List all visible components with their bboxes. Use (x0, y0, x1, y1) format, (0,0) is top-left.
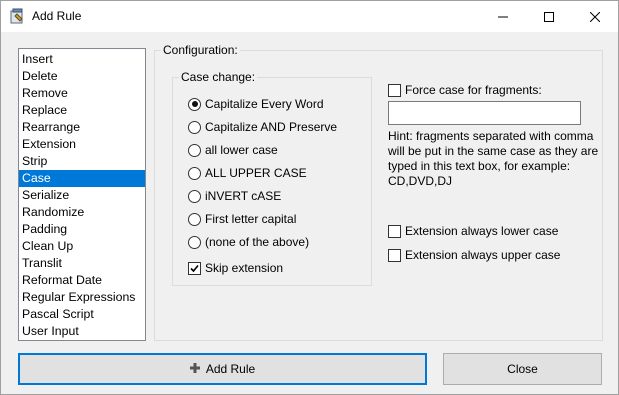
case-option-radio[interactable]: ALL UPPER CASE (188, 165, 307, 181)
maximize-button[interactable] (526, 1, 572, 32)
case-option-radio[interactable]: (none of the above) (188, 234, 309, 250)
radio-button[interactable] (188, 235, 201, 249)
rule-list-item[interactable]: Translit (19, 255, 145, 272)
close-label: Close (507, 362, 538, 376)
rule-list-item[interactable]: Rearrange (19, 119, 145, 136)
close-window-button[interactable] (572, 1, 618, 32)
rule-list-item[interactable]: Replace (19, 102, 145, 119)
skip-extension-checkbox[interactable]: Skip extension (188, 260, 283, 276)
force-case-checkbox[interactable]: Force case for fragments: (388, 82, 542, 98)
radio-button[interactable] (188, 143, 201, 157)
ext-upper-checkbox[interactable]: Extension always upper case (388, 247, 560, 263)
title-bar: Add Rule (1, 1, 618, 32)
add-rule-label: Add Rule (205, 362, 256, 376)
case-option-label: (none of the above) (205, 235, 310, 249)
radio-button[interactable] (188, 120, 201, 134)
ext-upper-label: Extension always upper case (405, 248, 561, 262)
case-option-label: Capitalize AND Preserve (205, 120, 338, 134)
rule-list-item[interactable]: Delete (19, 68, 145, 85)
window-title: Add Rule (32, 9, 82, 23)
rule-list-item[interactable]: Reformat Date (19, 272, 145, 289)
ext-lower-checkbox[interactable]: Extension always lower case (388, 223, 558, 239)
case-option-label: Capitalize Every Word (205, 97, 324, 111)
case-option-radio[interactable]: Capitalize AND Preserve (188, 119, 337, 135)
configuration-label: Configuration: (161, 43, 240, 57)
radio-button[interactable] (188, 212, 201, 226)
checkbox-box[interactable] (388, 248, 401, 262)
case-change-label: Case change: (179, 70, 258, 84)
minimize-button[interactable] (480, 1, 526, 32)
rule-list[interactable]: Insert Delete Remove Replace Rearrange Extens… (18, 48, 146, 341)
rule-list-item[interactable]: Remove (19, 85, 145, 102)
case-option-label: First letter capital (205, 212, 297, 226)
radio-button[interactable] (188, 166, 201, 180)
radio-button[interactable] (188, 189, 201, 203)
case-option-radio[interactable]: Capitalize Every Word (188, 96, 324, 112)
add-rule-dialog: Add Rule Insert Delete Remove Replace Rearra… (0, 0, 619, 395)
rule-list-item[interactable]: Strip (19, 153, 145, 170)
case-option-radio[interactable]: all lower case (188, 142, 278, 158)
rule-list-item[interactable]: Pascal Script (19, 306, 145, 323)
checkbox-box[interactable] (388, 83, 401, 97)
rule-list-item[interactable]: Padding (19, 221, 145, 238)
rule-list-item[interactable]: Insert (19, 51, 145, 68)
skip-extension-label: Skip extension (205, 261, 284, 275)
force-case-label: Force case for fragments: (405, 83, 542, 97)
case-option-label: iNVERT cASE (205, 189, 282, 203)
app-icon (9, 8, 25, 24)
add-rule-button[interactable]: Add Rule (18, 353, 427, 385)
case-option-label: ALL UPPER CASE (205, 166, 307, 180)
radio-button[interactable] (188, 97, 201, 111)
case-option-radio[interactable]: First letter capital (188, 211, 296, 227)
rule-list-item[interactable]: Regular Expressions (19, 289, 145, 306)
rule-list-item[interactable]: User Input (19, 323, 145, 340)
plus-icon (189, 362, 200, 376)
rule-list-item[interactable]: Extension (19, 136, 145, 153)
case-option-radio[interactable]: iNVERT cASE (188, 188, 281, 204)
rule-list-item[interactable]: Case (19, 170, 145, 187)
checkbox-box[interactable] (388, 224, 401, 238)
rule-list-item[interactable]: Randomize (19, 204, 145, 221)
ext-lower-label: Extension always lower case (405, 224, 559, 238)
fragments-input[interactable] (388, 101, 581, 125)
hint-text: Hint: fragments separated with comma wil… (388, 129, 599, 188)
close-button[interactable]: Close (443, 353, 602, 385)
rule-list-item[interactable]: Clean Up (19, 238, 145, 255)
rule-list-item[interactable]: Serialize (19, 187, 145, 204)
case-option-label: all lower case (205, 143, 278, 157)
checkbox-box[interactable] (188, 261, 201, 275)
